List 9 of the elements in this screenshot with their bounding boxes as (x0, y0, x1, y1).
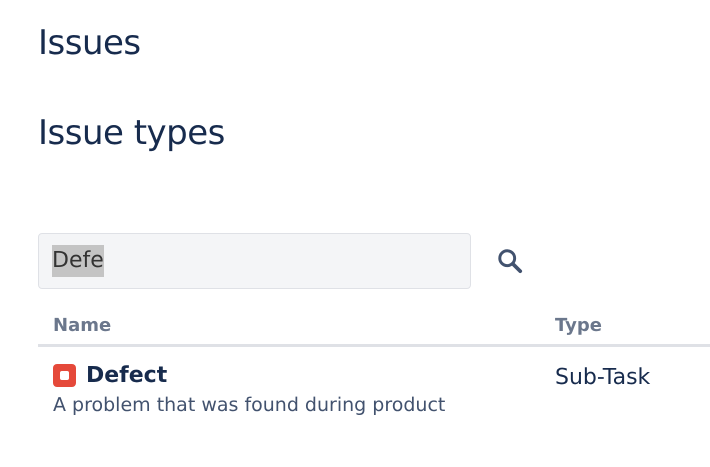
column-header: Type (555, 315, 603, 336)
search-icon[interactable] (497, 248, 523, 274)
page-title: Issues (38, 22, 142, 65)
section-title: Issue types (38, 112, 226, 155)
issue-type-description: A problem that was found during product (53, 394, 446, 416)
table-cell-text: Sub-Task (555, 364, 652, 392)
search-field[interactable]: Defe (38, 233, 471, 289)
issue-type-name: Defect (86, 363, 168, 388)
column-header: Name (52, 315, 112, 336)
